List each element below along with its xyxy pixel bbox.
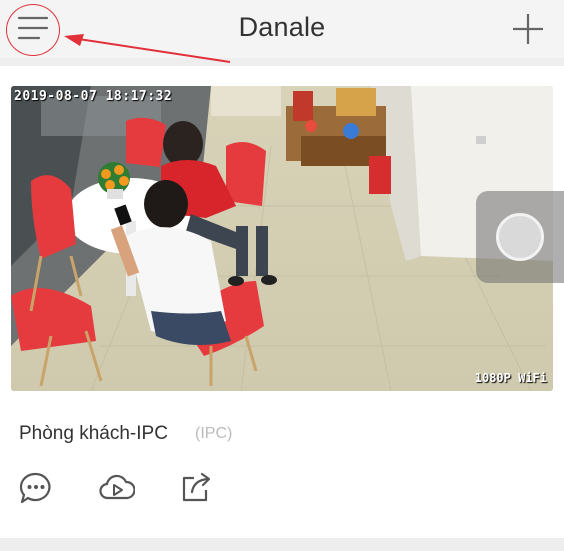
message-button[interactable]	[18, 470, 54, 506]
cloud-play-icon	[99, 474, 135, 500]
add-device-button[interactable]	[510, 11, 546, 47]
share-button[interactable]	[178, 470, 214, 506]
camera-preview[interactable]: 2019-08-07 18:17:32 1080P WiFi	[11, 86, 553, 391]
camera-card: 2019-08-07 18:17:32 1080P WiFi Phòng khá…	[0, 66, 564, 538]
message-icon	[19, 472, 51, 504]
camera-type: (IPC)	[195, 425, 233, 442]
camera-name: Phòng khách-IPC	[19, 423, 168, 444]
share-icon	[182, 472, 211, 502]
video-quality-label: 1080P WiFi	[474, 371, 547, 385]
camera-scene	[11, 86, 553, 391]
plus-icon	[513, 14, 543, 44]
top-bar: Danale	[0, 0, 564, 63]
video-timestamp: 2019-08-07 18:17:32	[14, 89, 173, 104]
assistive-touch-icon	[496, 213, 544, 261]
cloud-playback-button[interactable]	[99, 470, 135, 506]
floating-assistive-button[interactable]	[476, 191, 564, 283]
page-title: Danale	[238, 12, 326, 42]
